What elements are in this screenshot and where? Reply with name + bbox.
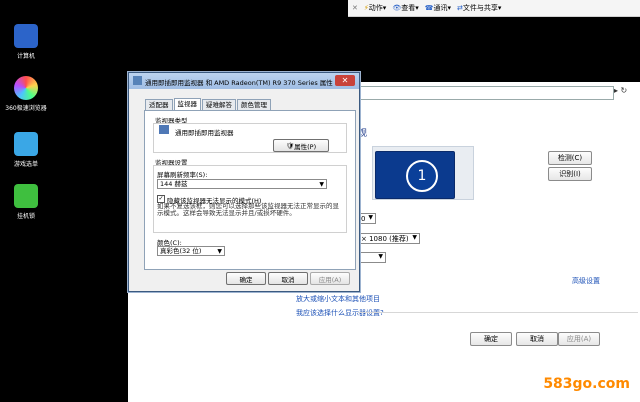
tab-adapter[interactable]: 适配器 — [145, 99, 173, 110]
properties-button[interactable]: 🛡 属性(P) — [273, 139, 329, 152]
multi-display-select[interactable]: ▼ — [358, 252, 386, 263]
refresh-rate-value: 144 赫兹 — [160, 180, 188, 188]
desktop-icon-label: 挂机锁 — [16, 213, 35, 220]
identify-button[interactable]: 识别(I) — [548, 167, 592, 181]
shield-icon: 🛡 — [285, 141, 295, 150]
monitor-tab-pane: 监视器类型 通用即插即用监视器 🛡 属性(P) 监视器设置 屏幕刷新频率(S): … — [144, 110, 356, 270]
toolbar-item-action[interactable]: ⚡动作▾ — [364, 3, 386, 13]
color-depth-value: 真彩色(32 位) — [160, 247, 202, 255]
eye-icon: 👁 — [392, 4, 402, 12]
chevron-down-icon: ▼ — [378, 253, 383, 260]
toolbar-item-view[interactable]: 👁查看▾ — [392, 3, 418, 13]
divider — [358, 312, 638, 313]
computer-icon — [14, 24, 38, 48]
dialog-title: 通用即插即用监视器 和 AMD Radeon(TM) R9 370 Series… — [145, 79, 333, 87]
desktop-icon-lock[interactable]: 挂机锁 — [4, 184, 48, 220]
desktop-icon-computer[interactable]: 计算机 — [4, 24, 48, 60]
properties-button-label: 属性(P) — [294, 142, 317, 151]
desktop-icon-360-browser[interactable]: 360极速浏览器 — [4, 76, 48, 112]
chevron-down-icon: ▼ — [368, 214, 373, 221]
resolution-select-value: × 1080 (推荐) — [361, 234, 409, 243]
toolbar-item-files[interactable]: ⇄文件与共享▾ — [457, 3, 501, 13]
chevron-down-icon: ▼ — [319, 181, 324, 188]
chevron-down-icon: ▼ — [412, 234, 417, 241]
resolution-select[interactable]: × 1080 (推荐) ▼ — [358, 233, 420, 244]
apply-button[interactable]: 应用(A) — [558, 332, 600, 346]
desktop-icon-label: 360极速浏览器 — [5, 105, 47, 112]
close-button[interactable]: ✕ — [335, 75, 355, 86]
monitor-number-badge: 1 — [406, 160, 438, 192]
monitor-name: 通用即插即用监视器 — [175, 129, 234, 137]
desktop-icon-game-menu[interactable]: 游戏选单 — [4, 132, 48, 168]
lock-icon — [14, 184, 38, 208]
display-help-link[interactable]: 我应该选择什么显示器设置? — [296, 308, 384, 318]
address-bar-controls[interactable]: ▸ ↻ — [614, 86, 636, 98]
detect-button[interactable]: 检测(C) — [548, 151, 592, 165]
orientation-select-value: 0 — [361, 214, 366, 223]
chevron-down-icon: ▼ — [217, 248, 222, 255]
game-menu-icon — [14, 132, 38, 156]
monitor-icon — [133, 76, 142, 85]
toolbar-item-communicate[interactable]: ☎通讯▾ — [425, 3, 451, 13]
360-browser-icon — [14, 76, 38, 100]
toolbar-label: 动作 — [368, 4, 383, 12]
color-depth-select[interactable]: 真彩色(32 位) ▼ — [157, 246, 225, 256]
ok-button[interactable]: 确定 — [470, 332, 512, 346]
toolbar-label: 查看 — [401, 4, 416, 12]
desktop-icon-label: 游戏选单 — [13, 161, 38, 168]
dialog-apply-button[interactable]: 应用(A) — [310, 272, 350, 285]
advanced-settings-link[interactable]: 高级设置 — [572, 276, 600, 286]
browser-toolbar: ✕ ⚡动作▾ 👁查看▾ ☎通讯▾ ⇄文件与共享▾ — [348, 0, 640, 17]
toolbar-label: 通讯 — [433, 4, 448, 12]
tab-troubleshoot[interactable]: 疑难解答 — [202, 99, 236, 110]
desktop-icon-strip: 计算机 360极速浏览器 游戏选单 挂机锁 — [0, 0, 52, 402]
refresh-rate-select[interactable]: 144 赫兹 ▼ — [157, 179, 327, 189]
hide-modes-help: 如果不复选该框，则您可以选择那些该监视器无法正常显示的显示模式。这样会导致无法显… — [157, 202, 339, 217]
tab-monitor[interactable]: 监视器 — [173, 98, 201, 110]
close-icon[interactable]: ✕ — [352, 4, 358, 12]
orientation-select[interactable]: 0 ▼ — [358, 213, 376, 224]
tab-color-management[interactable]: 颜色管理 — [237, 99, 271, 110]
desktop-icon-label: 计算机 — [16, 53, 35, 60]
monitor-icon — [159, 125, 169, 134]
watermark: 583go.com — [543, 376, 630, 392]
refresh-rate-label: 屏幕刷新频率(S): — [157, 171, 208, 179]
address-bar[interactable] — [358, 86, 614, 100]
cancel-button[interactable]: 取消 — [516, 332, 558, 346]
dialog-titlebar: 通用即插即用监视器 和 AMD Radeon(TM) R9 370 Series… — [129, 73, 359, 89]
dialog-ok-button[interactable]: 确定 — [226, 272, 266, 285]
text-size-link[interactable]: 放大或缩小文本和其他项目 — [296, 294, 380, 304]
toolbar-label: 文件与共享 — [462, 4, 498, 12]
dialog-cancel-button[interactable]: 取消 — [268, 272, 308, 285]
